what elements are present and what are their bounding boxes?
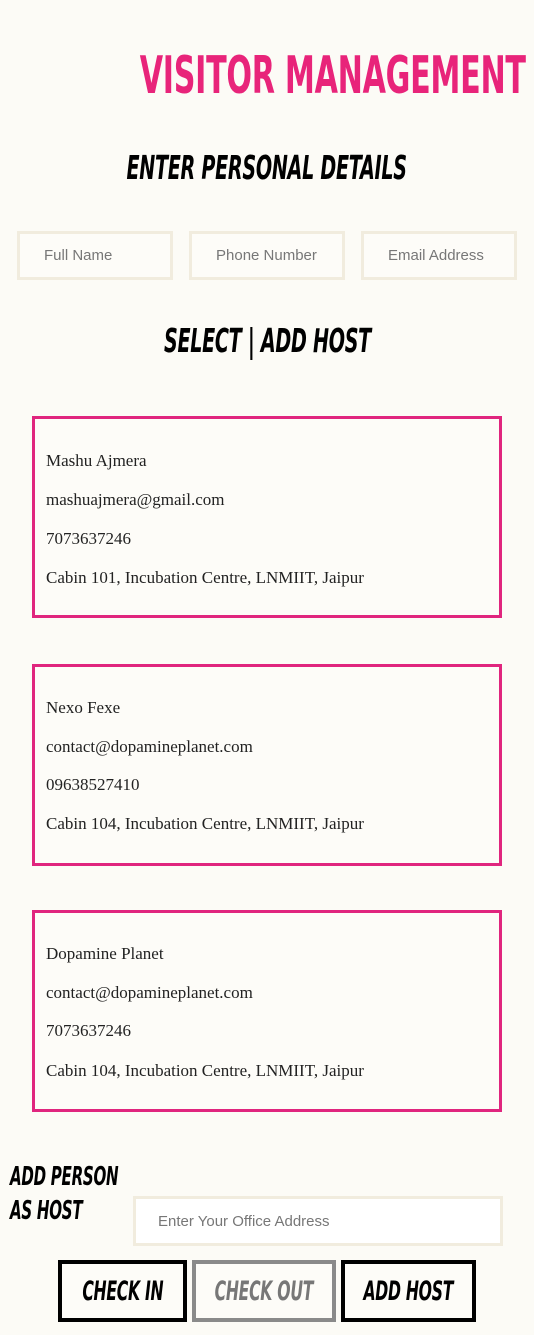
full-name-input[interactable] xyxy=(17,231,173,280)
check-out-button[interactable]: CHECK OUT xyxy=(192,1260,336,1322)
page-header: VISITOR MANAGEMENT xyxy=(0,48,534,104)
host-email: mashuajmera@gmail.com xyxy=(46,490,225,509)
select-add-host-heading: SELECT | ADD HOST xyxy=(163,321,371,360)
host-email: contact@dopamineplanet.com xyxy=(46,983,253,1002)
add-person-label-line1: ADD PERSON xyxy=(10,1162,119,1192)
host-phone: 09638527410 xyxy=(46,775,140,794)
add-host-label: ADD HOST xyxy=(363,1275,454,1307)
host-name: Dopamine Planet xyxy=(46,944,164,963)
host-card[interactable]: Nexo Fexe contact@dopamineplanet.com 096… xyxy=(32,664,502,866)
host-name: Nexo Fexe xyxy=(46,698,121,717)
add-host-button[interactable]: ADD HOST xyxy=(341,1260,476,1322)
host-phone: 7073637246 xyxy=(46,529,131,548)
personal-details-heading: ENTER PERSONAL DETAILS xyxy=(126,148,408,187)
personal-details-section: ENTER PERSONAL DETAILS xyxy=(0,148,534,188)
office-address-input[interactable] xyxy=(133,1196,503,1246)
host-card[interactable]: Mashu Ajmera mashuajmera@gmail.com 70736… xyxy=(32,416,502,618)
phone-number-input[interactable] xyxy=(189,231,345,280)
page-title: VISITOR MANAGEMENT xyxy=(139,46,526,106)
check-out-label: CHECK OUT xyxy=(214,1275,314,1307)
host-phone: 7073637246 xyxy=(46,1021,131,1040)
host-section: SELECT | ADD HOST xyxy=(0,321,534,361)
host-name: Mashu Ajmera xyxy=(46,451,147,470)
host-card[interactable]: Dopamine Planet contact@dopamineplanet.c… xyxy=(32,910,502,1112)
check-in-label: CHECK IN xyxy=(82,1275,164,1307)
add-person-as-host-label: ADD PERSON AS HOST xyxy=(10,1160,120,1228)
add-person-label-line2: AS HOST xyxy=(10,1196,83,1226)
host-address: Cabin 101, Incubation Centre, LNMIIT, Ja… xyxy=(46,568,364,587)
host-address: Cabin 104, Incubation Centre, LNMIIT, Ja… xyxy=(46,814,364,833)
host-email: contact@dopamineplanet.com xyxy=(46,737,253,756)
host-address: Cabin 104, Incubation Centre, LNMIIT, Ja… xyxy=(46,1061,364,1080)
check-in-button[interactable]: CHECK IN xyxy=(58,1260,187,1322)
email-address-input[interactable] xyxy=(361,231,517,280)
